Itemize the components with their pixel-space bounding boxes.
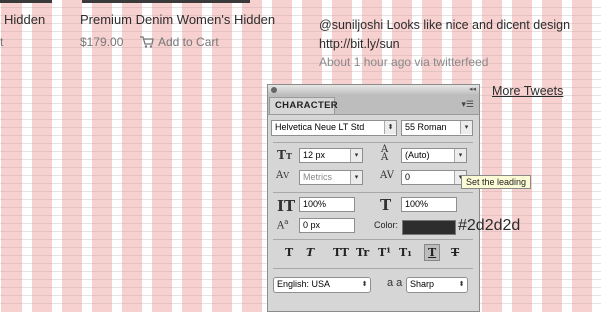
faux-italic-button[interactable]: T xyxy=(306,246,314,259)
underline-button[interactable]: T xyxy=(424,244,441,261)
vertical-scale-value: 100% xyxy=(303,199,327,209)
font-family-value: Helvetica Neue LT Std xyxy=(275,122,365,132)
chevron-down-icon: ▾ xyxy=(454,149,466,162)
chevron-updown-icon: ⬍ xyxy=(359,278,370,291)
add-to-cart-button[interactable]: Add to Cart xyxy=(140,35,219,51)
font-size-value: 12 px xyxy=(303,150,326,160)
leading-value: (Auto) xyxy=(405,150,430,160)
antialias-icon: a a xyxy=(387,277,403,289)
tracking-icon: AV xyxy=(380,170,394,181)
tweet-link[interactable]: http://bit.ly/sun xyxy=(319,35,400,54)
tracking-input[interactable]: 0 ▾ xyxy=(401,170,467,185)
small-caps-button[interactable]: Tr xyxy=(356,246,369,259)
panel-menu-icon[interactable]: ▾☰ xyxy=(461,99,474,110)
panel-close-icon[interactable] xyxy=(271,87,277,93)
color-hex-value: #2d2d2d xyxy=(458,217,521,234)
kerning-icon: AV xyxy=(276,170,290,181)
all-caps-button[interactable]: TT xyxy=(333,246,349,259)
font-style-value: 55 Roman xyxy=(405,122,447,132)
chevron-updown-icon: ⬍ xyxy=(384,121,396,134)
horizontal-scale-icon: T xyxy=(380,196,392,214)
font-size-input[interactable]: 12 px ▾ xyxy=(299,148,363,163)
leading-input[interactable]: (Auto) ▾ xyxy=(401,148,467,163)
chevron-down-icon: ▾ xyxy=(350,171,362,184)
tweet-meta: About 1 hour ago via twitterfeed xyxy=(319,55,489,69)
language-value: English: USA xyxy=(277,279,331,289)
subscript-button[interactable]: T₁ xyxy=(399,246,412,259)
font-size-icon: TT xyxy=(277,148,292,162)
language-select[interactable]: English: USA ⬍ xyxy=(273,277,371,293)
shopping-cart-icon xyxy=(140,36,154,51)
color-label: Color: xyxy=(374,220,399,230)
panel-collapse-icon[interactable]: ◂◂ xyxy=(469,85,476,93)
chevron-updown-icon: ⬍ xyxy=(456,278,467,291)
add-to-cart-label: Add to Cart xyxy=(158,35,219,49)
leading-icon: AA xyxy=(381,144,389,163)
tracking-value: 0 xyxy=(405,172,411,182)
product-name-1[interactable]: Hidden xyxy=(4,12,45,27)
divider xyxy=(273,239,473,240)
baseline-shift-icon: Aa xyxy=(277,218,289,232)
color-swatch[interactable] xyxy=(402,220,456,235)
divider xyxy=(273,268,473,269)
product-price-1: t xyxy=(0,35,4,49)
tweet-text: @suniljoshi Looks like nice and dicent d… xyxy=(319,18,571,32)
kerning-select[interactable]: Metrics ▾ xyxy=(299,170,363,185)
antialias-value: Sharp xyxy=(410,279,435,289)
horizontal-scale-input[interactable]: 100% xyxy=(401,197,457,212)
horizontal-scale-value: 100% xyxy=(405,199,429,209)
panel-tabbar: CHARACTER ▾☰ xyxy=(268,96,479,115)
font-style-select[interactable]: 55 Roman ▾ xyxy=(401,120,473,136)
product-name-2[interactable]: Premium Denim Women's Hidden xyxy=(80,12,275,27)
top-bar-middle xyxy=(82,0,250,3)
divider xyxy=(273,142,473,143)
baseline-shift-input[interactable]: 0 px xyxy=(299,218,355,233)
chevron-down-icon: ▾ xyxy=(460,121,472,134)
top-bar-left xyxy=(0,0,52,3)
vertical-scale-icon: IT xyxy=(277,197,296,215)
superscript-button[interactable]: T¹ xyxy=(378,246,391,259)
strikethrough-button[interactable]: T xyxy=(451,246,459,259)
vertical-scale-input[interactable]: 100% xyxy=(299,197,355,212)
leading-tooltip: Set the leading xyxy=(461,175,532,189)
divider xyxy=(273,192,473,193)
baseline-shift-value: 0 px xyxy=(303,220,321,230)
more-tweets-link[interactable]: More Tweets xyxy=(492,84,563,98)
tab-character[interactable]: CHARACTER xyxy=(269,97,338,114)
font-family-select[interactable]: Helvetica Neue LT Std ⬍ xyxy=(271,120,397,136)
faux-bold-button[interactable]: T xyxy=(285,246,293,259)
antialias-select[interactable]: Sharp ⬍ xyxy=(406,277,468,293)
kerning-value: Metrics xyxy=(303,172,332,182)
product-price-2: $179.00 xyxy=(80,35,124,49)
chevron-down-icon: ▾ xyxy=(350,149,362,162)
